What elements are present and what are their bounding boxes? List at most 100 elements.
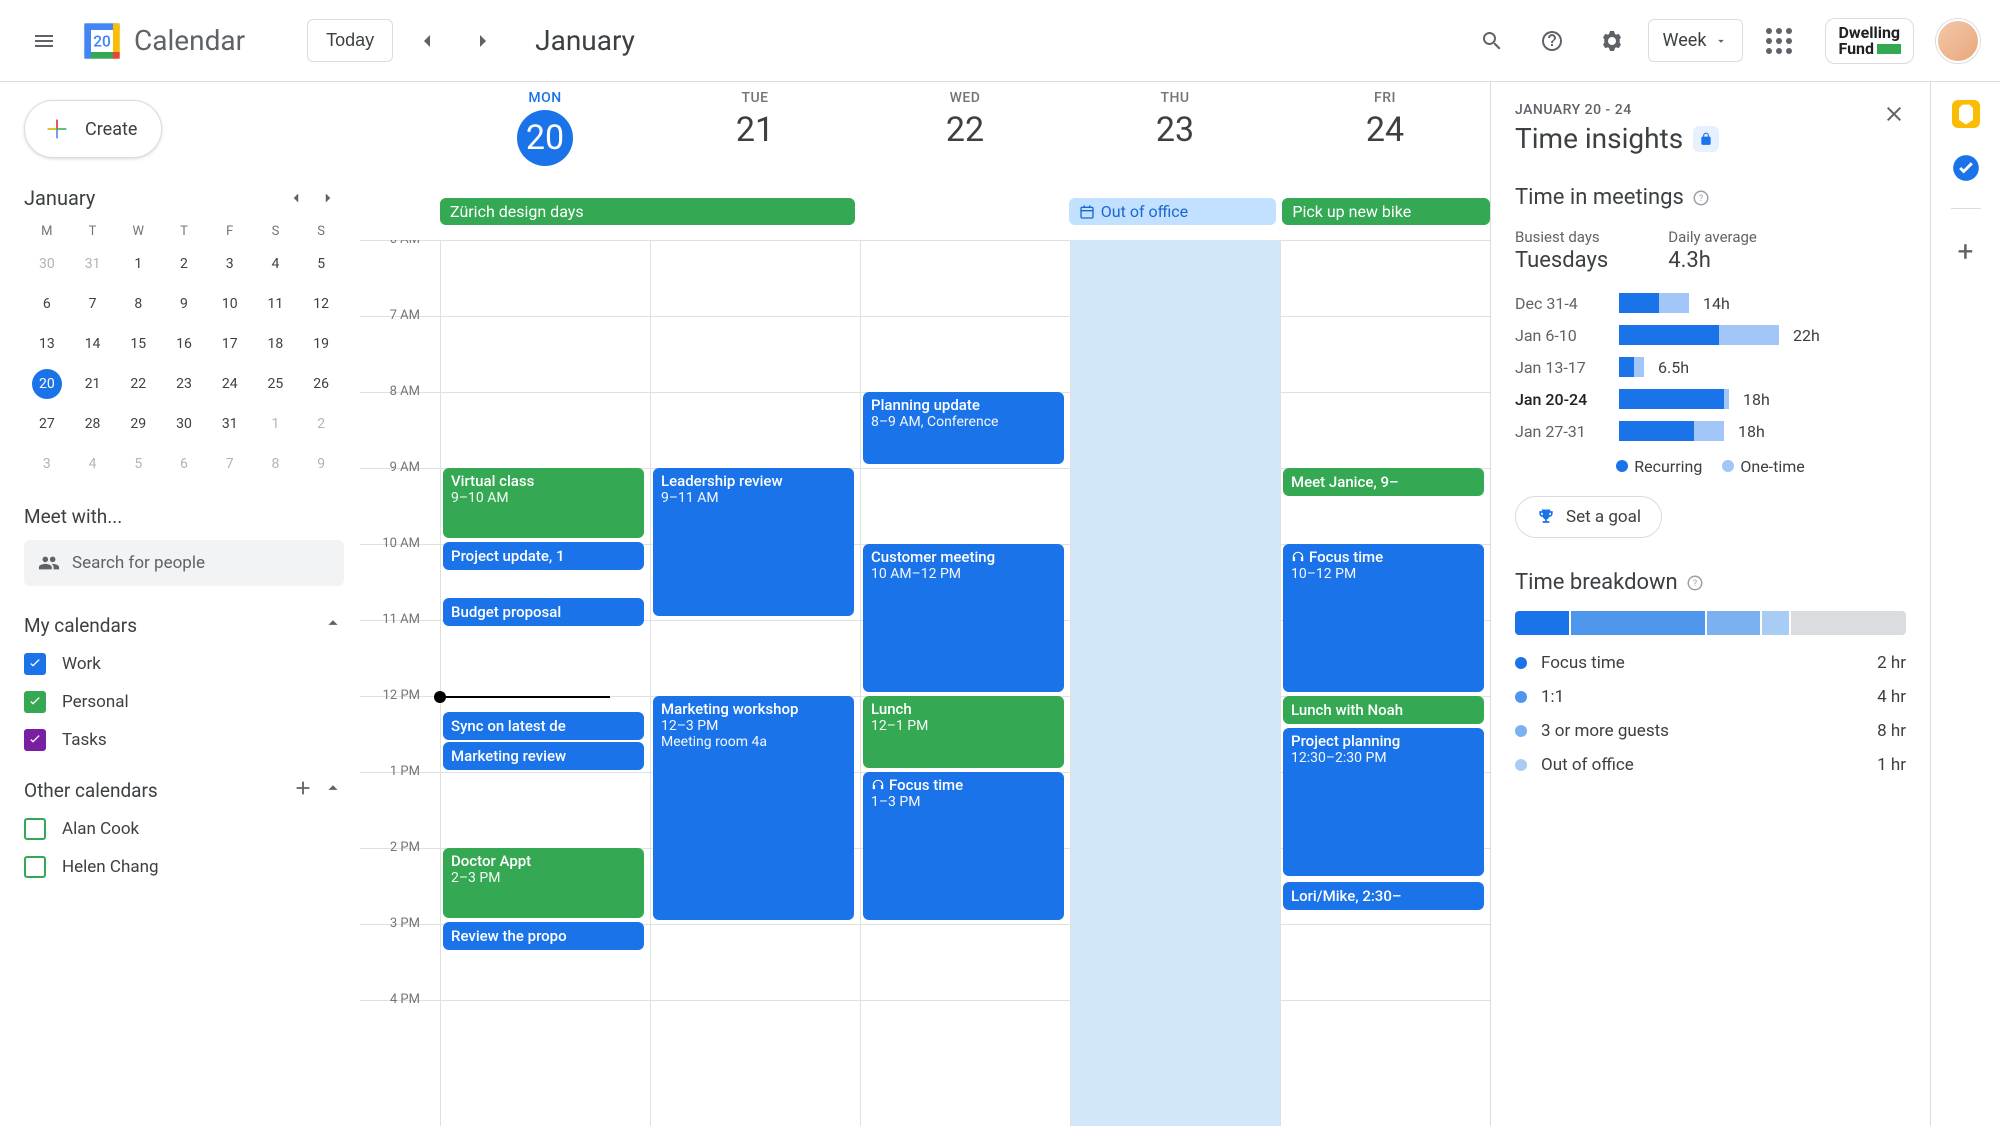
mini-day[interactable]: 7	[215, 449, 245, 479]
prev-week-button[interactable]	[405, 19, 449, 63]
mini-day[interactable]: 23	[169, 369, 199, 399]
mini-day[interactable]: 19	[306, 329, 336, 359]
event[interactable]: Meet Janice, 9–	[1283, 468, 1484, 496]
mini-day[interactable]: 9	[169, 289, 199, 319]
mini-day[interactable]: 3	[215, 249, 245, 279]
mini-day[interactable]: 30	[32, 249, 62, 279]
event[interactable]: Focus time10–12 PM	[1283, 544, 1484, 692]
day-column[interactable]: Meet Janice, 9– Focus time10–12 PM Lunch w…	[1280, 240, 1490, 1126]
event[interactable]: Marketing workshop12–3 PMMeeting room 4a	[653, 696, 854, 920]
event[interactable]: Lori/Mike, 2:30–	[1283, 882, 1484, 910]
collapse-icon[interactable]	[322, 777, 344, 804]
menu-icon[interactable]	[20, 17, 68, 65]
checkbox-icon[interactable]	[24, 653, 46, 675]
mini-day[interactable]: 4	[78, 449, 108, 479]
checkbox-icon[interactable]	[24, 691, 46, 713]
mini-day[interactable]: 6	[32, 289, 62, 319]
calendar-item[interactable]: Personal	[24, 691, 344, 713]
event[interactable]: Doctor Appt2–3 PM	[443, 848, 644, 918]
create-button[interactable]: Create	[24, 100, 162, 158]
collapse-icon[interactable]	[322, 612, 344, 639]
mini-day[interactable]: 26	[306, 369, 336, 399]
event[interactable]: Project update, 1	[443, 542, 644, 570]
mini-calendar[interactable]: MTWTFSS303112345678910111213141516171819…	[24, 224, 344, 479]
allday-event[interactable]: Zürich design days	[440, 198, 855, 225]
next-week-button[interactable]	[461, 19, 505, 63]
mini-day[interactable]: 6	[169, 449, 199, 479]
checkbox-icon[interactable]	[24, 856, 46, 878]
help-icon[interactable]	[1528, 17, 1576, 65]
mini-day[interactable]: 5	[306, 249, 336, 279]
event[interactable]: Virtual class9–10 AM	[443, 468, 644, 538]
event[interactable]: Review the propo	[443, 922, 644, 950]
mini-day[interactable]: 2	[306, 409, 336, 439]
settings-icon[interactable]	[1588, 17, 1636, 65]
mini-day[interactable]: 15	[123, 329, 153, 359]
event[interactable]: Budget proposal	[443, 598, 644, 626]
view-selector[interactable]: Week	[1648, 19, 1744, 62]
mini-day[interactable]: 18	[260, 329, 290, 359]
mini-day[interactable]: 2	[169, 249, 199, 279]
mini-day[interactable]: 20	[32, 369, 62, 399]
keep-icon[interactable]	[1952, 100, 1980, 128]
mini-day[interactable]: 7	[78, 289, 108, 319]
day-column[interactable]	[1070, 240, 1280, 1126]
day-header[interactable]: MON20	[440, 82, 650, 202]
mini-day[interactable]: 29	[123, 409, 153, 439]
checkbox-icon[interactable]	[24, 818, 46, 840]
search-people-input[interactable]: Search for people	[24, 540, 344, 586]
event[interactable]: Sync on latest de	[443, 712, 644, 740]
day-header[interactable]: WED22	[860, 82, 1070, 202]
mini-day[interactable]: 31	[78, 249, 108, 279]
event[interactable]: Marketing review	[443, 742, 644, 770]
mini-day[interactable]: 24	[215, 369, 245, 399]
event[interactable]: Focus time1–3 PM	[863, 772, 1064, 920]
mini-day[interactable]: 17	[215, 329, 245, 359]
mini-day[interactable]: 1	[123, 249, 153, 279]
mini-day[interactable]: 25	[260, 369, 290, 399]
event[interactable]: Planning update8–9 AM, Conference	[863, 392, 1064, 464]
day-column[interactable]: Virtual class9–10 AM Project update, 1 Bud…	[440, 240, 650, 1126]
calendar-item[interactable]: Alan Cook	[24, 818, 344, 840]
day-column[interactable]: Planning update8–9 AM, Conference Custome…	[860, 240, 1070, 1126]
search-icon[interactable]	[1468, 17, 1516, 65]
allday-event[interactable]: Pick up new bike	[1282, 198, 1490, 225]
allday-event-ooo[interactable]: Out of office	[1069, 198, 1277, 225]
event[interactable]: Lunch12–1 PM	[863, 696, 1064, 768]
mini-day[interactable]: 8	[123, 289, 153, 319]
mini-day[interactable]: 16	[169, 329, 199, 359]
mini-day[interactable]: 3	[32, 449, 62, 479]
mini-day[interactable]: 9	[306, 449, 336, 479]
day-header[interactable]: FRI24	[1280, 82, 1490, 202]
mini-day[interactable]: 1	[260, 409, 290, 439]
mini-day[interactable]: 30	[169, 409, 199, 439]
mini-day[interactable]: 5	[123, 449, 153, 479]
mini-day[interactable]: 28	[78, 409, 108, 439]
event[interactable]: Lunch with Noah	[1283, 696, 1484, 724]
event[interactable]: Customer meeting10 AM–12 PM	[863, 544, 1064, 692]
mini-day[interactable]: 4	[260, 249, 290, 279]
day-header[interactable]: THU23	[1070, 82, 1280, 202]
mini-day[interactable]: 21	[78, 369, 108, 399]
day-header[interactable]: TUE21	[650, 82, 860, 202]
mini-next-button[interactable]	[312, 182, 344, 214]
mini-prev-button[interactable]	[280, 182, 312, 214]
today-button[interactable]: Today	[307, 19, 393, 62]
avatar[interactable]	[1936, 19, 1980, 63]
mini-day[interactable]: 8	[260, 449, 290, 479]
close-icon[interactable]	[1882, 102, 1906, 130]
tasks-icon[interactable]	[1952, 154, 1980, 182]
mini-day[interactable]: 10	[215, 289, 245, 319]
calendar-item[interactable]: Work	[24, 653, 344, 675]
checkbox-icon[interactable]	[24, 729, 46, 751]
add-calendar-icon[interactable]	[292, 777, 314, 804]
calendar-item[interactable]: Helen Chang	[24, 856, 344, 878]
mini-day[interactable]: 13	[32, 329, 62, 359]
mini-day[interactable]: 27	[32, 409, 62, 439]
event[interactable]: Project planning12:30–2:30 PM	[1283, 728, 1484, 876]
day-column[interactable]: Leadership review9–11 AM Marketing worksh…	[650, 240, 860, 1126]
event[interactable]: Leadership review9–11 AM	[653, 468, 854, 616]
calendar-item[interactable]: Tasks	[24, 729, 344, 751]
mini-day[interactable]: 12	[306, 289, 336, 319]
mini-day[interactable]: 11	[260, 289, 290, 319]
